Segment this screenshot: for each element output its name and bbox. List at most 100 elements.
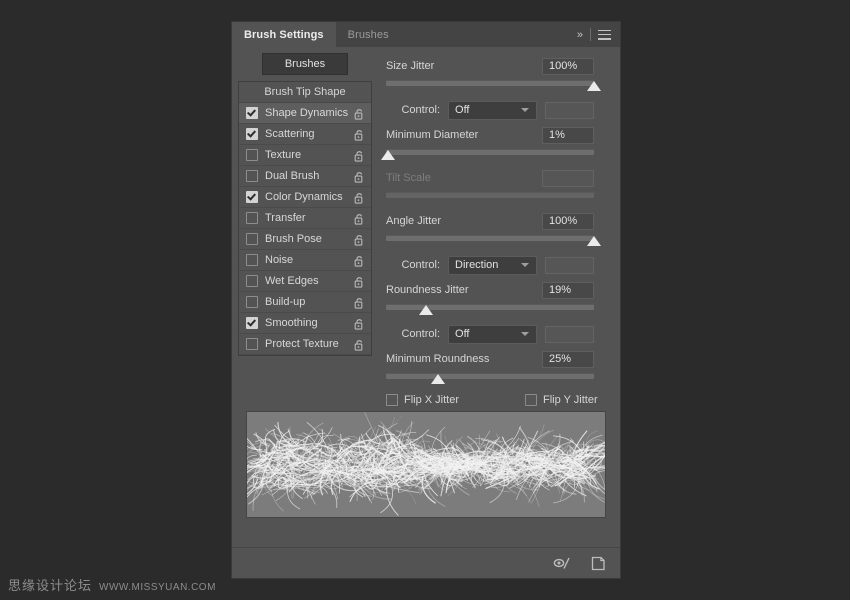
roundness-jitter-slider[interactable]	[386, 302, 594, 316]
angle-jitter-label: Angle Jitter	[386, 215, 542, 227]
brush-option-color-dynamics[interactable]: Color Dynamics	[239, 187, 371, 208]
brush-stroke-preview-canvas	[247, 412, 605, 517]
brush-option-checkbox[interactable]	[246, 170, 258, 182]
brush-option-checkbox[interactable]	[246, 296, 258, 308]
brush-option-wet-edges[interactable]: Wet Edges	[239, 271, 371, 292]
flip-x-jitter-box	[386, 394, 398, 406]
angle-jitter-knob[interactable]	[587, 236, 601, 246]
tab-brush-settings[interactable]: Brush Settings	[232, 22, 336, 47]
roundness-control-label: Control:	[386, 328, 440, 340]
lock-icon[interactable]	[354, 212, 365, 224]
minimum-diameter-track	[386, 149, 594, 155]
watermark-chinese: 思缘设计论坛	[8, 575, 92, 594]
tab-brushes[interactable]: Brushes	[336, 22, 401, 47]
flip-y-jitter-checkbox[interactable]: Flip Y Jitter	[525, 394, 598, 406]
lock-icon[interactable]	[354, 317, 365, 329]
size-jitter-label: Size Jitter	[386, 60, 542, 72]
brush-option-brush-pose[interactable]: Brush Pose	[239, 229, 371, 250]
brush-option-checkbox[interactable]	[246, 254, 258, 266]
brush-option-shape-dynamics[interactable]: Shape Dynamics	[239, 103, 371, 124]
brush-option-dual-brush[interactable]: Dual Brush	[239, 166, 371, 187]
brush-option-label: Brush Pose	[265, 233, 322, 245]
watermark-url: WWW.MISSYUAN.COM	[99, 582, 216, 593]
brush-option-transfer[interactable]: Transfer	[239, 208, 371, 229]
angle-jitter-slider[interactable]	[386, 233, 594, 247]
brush-option-checkbox[interactable]	[246, 128, 258, 140]
flip-x-jitter-checkbox[interactable]: Flip X Jitter	[386, 394, 459, 406]
size-control-label: Control:	[386, 104, 440, 116]
lock-icon[interactable]	[354, 275, 365, 287]
angle-control-row: Control: Direction	[378, 253, 620, 277]
brush-option-checkbox[interactable]	[246, 107, 258, 119]
minimum-roundness-row: Minimum Roundness 25%	[378, 348, 620, 370]
size-control-value: Off	[455, 104, 469, 116]
flip-jitter-row: Flip X Jitter Flip Y Jitter	[378, 391, 620, 406]
size-jitter-row: Size Jitter 100%	[378, 55, 620, 77]
brush-option-build-up[interactable]: Build-up	[239, 292, 371, 313]
brush-option-checkbox[interactable]	[246, 233, 258, 245]
brush-option-checkbox[interactable]	[246, 212, 258, 224]
minimum-diameter-value[interactable]: 1%	[542, 127, 594, 144]
lock-icon[interactable]	[354, 191, 365, 203]
lock-icon[interactable]	[354, 107, 365, 119]
roundness-jitter-value[interactable]: 19%	[542, 282, 594, 299]
brush-tip-shape-header[interactable]: Brush Tip Shape	[239, 82, 371, 103]
toolbar-divider	[590, 28, 591, 41]
lock-icon[interactable]	[354, 338, 365, 350]
roundness-jitter-track	[386, 304, 594, 310]
roundness-jitter-knob[interactable]	[419, 305, 433, 315]
lock-icon[interactable]	[354, 233, 365, 245]
toggle-brush-preview-icon[interactable]	[553, 556, 571, 570]
brush-option-label: Scattering	[265, 128, 315, 140]
brush-option-smoothing[interactable]: Smoothing	[239, 313, 371, 334]
minimum-roundness-value[interactable]: 25%	[542, 351, 594, 368]
expand-more-icon[interactable]: »	[575, 29, 584, 41]
size-control-dropdown[interactable]: Off	[448, 101, 537, 120]
brush-option-scattering[interactable]: Scattering	[239, 124, 371, 145]
roundness-control-side-field[interactable]	[545, 326, 594, 343]
brush-option-texture[interactable]: Texture	[239, 145, 371, 166]
brush-option-protect-texture[interactable]: Protect Texture	[239, 334, 371, 355]
brush-option-rows: Shape Dynamics Scattering Texture Dual Brus…	[239, 103, 371, 355]
minimum-roundness-slider[interactable]	[386, 371, 594, 385]
minimum-roundness-knob[interactable]	[431, 374, 445, 384]
brush-option-label: Noise	[265, 254, 293, 266]
angle-control-dropdown[interactable]: Direction	[448, 256, 537, 275]
minimum-diameter-slider[interactable]	[386, 147, 594, 161]
size-jitter-value[interactable]: 100%	[542, 58, 594, 75]
size-jitter-slider[interactable]	[386, 78, 594, 92]
minimum-diameter-label: Minimum Diameter	[386, 129, 542, 141]
lock-icon[interactable]	[354, 170, 365, 182]
brush-option-noise[interactable]: Noise	[239, 250, 371, 271]
watermark: 思缘设计论坛 WWW.MISSYUAN.COM	[8, 575, 216, 594]
angle-jitter-row: Angle Jitter 100%	[378, 210, 620, 232]
brush-option-label: Color Dynamics	[265, 191, 343, 203]
lock-icon[interactable]	[354, 296, 365, 308]
lock-icon[interactable]	[354, 128, 365, 140]
brush-option-checkbox[interactable]	[246, 191, 258, 203]
angle-control-value: Direction	[455, 259, 498, 271]
lock-icon[interactable]	[354, 254, 365, 266]
brush-option-checkbox[interactable]	[246, 149, 258, 161]
brush-option-checkbox[interactable]	[246, 275, 258, 287]
size-control-row: Control: Off	[378, 98, 620, 122]
brush-option-checkbox[interactable]	[246, 338, 258, 350]
brush-option-checkbox[interactable]	[246, 317, 258, 329]
minimum-diameter-knob[interactable]	[381, 150, 395, 160]
size-control-side-field[interactable]	[545, 102, 594, 119]
angle-jitter-value[interactable]: 100%	[542, 213, 594, 230]
angle-control-side-field[interactable]	[545, 257, 594, 274]
panel-menu-icon[interactable]	[597, 30, 612, 40]
minimum-roundness-label: Minimum Roundness	[386, 353, 542, 365]
roundness-control-dropdown[interactable]: Off	[448, 325, 537, 344]
new-brush-icon[interactable]	[591, 556, 606, 571]
brushes-button[interactable]: Brushes	[262, 53, 348, 75]
brushes-button-container: Brushes	[232, 47, 378, 81]
size-jitter-knob[interactable]	[587, 81, 601, 91]
brush-option-label: Dual Brush	[265, 170, 319, 182]
lock-icon[interactable]	[354, 149, 365, 161]
brush-settings-panel: Brush Settings Brushes » Brushes Brush T…	[232, 22, 620, 578]
tab-bar-filler	[401, 22, 575, 47]
tilt-scale-slider	[386, 190, 594, 204]
panel-tab-bar: Brush Settings Brushes »	[232, 22, 620, 47]
